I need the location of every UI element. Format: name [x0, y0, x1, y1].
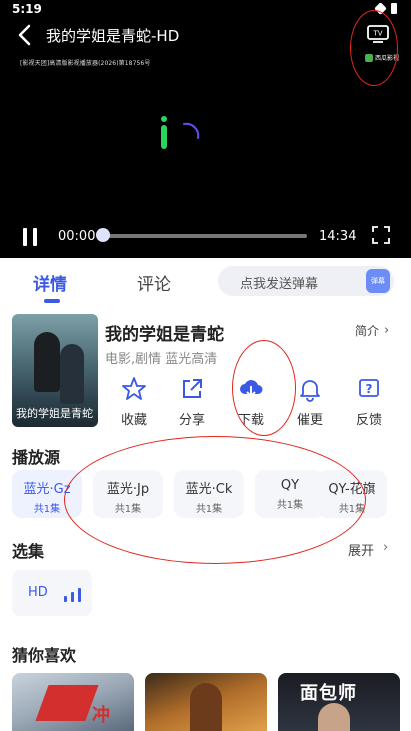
progress-thumb[interactable]	[96, 228, 110, 242]
action-row: 收藏 分享 下载 催更 ? 反馈	[104, 376, 404, 428]
expand-link[interactable]: 展开	[348, 540, 374, 559]
poster-title: 我的学姐是青蛇	[16, 407, 93, 420]
source-name: 蓝光·Jp	[106, 482, 150, 497]
current-time: 00:00	[58, 229, 96, 244]
movie-genres: 电影,剧情 蓝光高清	[105, 352, 218, 367]
tab-bar: 详情 评论 点我发送弹幕 弹幕	[0, 258, 411, 306]
episode-label: HD	[28, 585, 48, 600]
battery-icon	[391, 3, 397, 14]
source-count: 共1集	[33, 504, 61, 515]
playing-bars-icon	[64, 588, 84, 602]
source-count: 共1集	[114, 504, 142, 515]
channel-logo: 西瓜影视	[365, 53, 399, 62]
recommend-card[interactable]	[145, 673, 267, 731]
source-count: 共1集	[276, 500, 304, 511]
svg-text:?: ?	[366, 382, 373, 396]
source-item[interactable]: 蓝光·Gz 共1集	[12, 470, 82, 518]
source-count: 共1集	[338, 504, 366, 515]
share-button[interactable]: 分享	[162, 376, 222, 428]
total-time: 14:34	[319, 229, 357, 244]
movie-title: 我的学姐是青蛇	[105, 325, 224, 345]
remind-button[interactable]: 催更	[280, 376, 340, 428]
star-icon	[122, 377, 146, 400]
danmaku-placeholder: 点我发送弹幕	[240, 277, 319, 292]
danmaku-input[interactable]: 点我发送弹幕 弹幕	[218, 266, 394, 296]
rec-poster-title: 面包师	[300, 683, 357, 704]
fullscreen-icon[interactable]	[372, 226, 390, 244]
tv-cast-icon[interactable]: TV	[366, 24, 390, 44]
video-player[interactable]: 5:19 我的学姐是青蛇-HD TV [影视天团]高清版影视播放器(2026)第…	[0, 0, 411, 258]
source-count: 共1集	[195, 504, 223, 515]
source-name: QY	[280, 478, 300, 493]
recommend-card[interactable]: 冲	[12, 673, 134, 731]
recommend-card[interactable]: 面包师	[278, 673, 400, 731]
status-time: 5:19	[12, 2, 42, 16]
source-item[interactable]: QY-花旗 共1集	[317, 470, 387, 518]
download-cloud-icon	[240, 380, 263, 398]
share-label: 分享	[178, 413, 205, 428]
video-watermark: [影视天团]高清版影视播放器(2026)第18756号	[20, 60, 151, 67]
tab-comments[interactable]: 评论	[137, 270, 171, 295]
wifi-icon	[374, 2, 387, 15]
source-item[interactable]: 蓝光·Jp 共1集	[93, 470, 163, 518]
download-button[interactable]: 下载	[221, 376, 281, 428]
download-label: 下载	[237, 413, 264, 428]
bell-icon	[300, 380, 320, 402]
video-title: 我的学姐是青蛇-HD	[46, 27, 180, 45]
source-item[interactable]: QY 共1集	[255, 470, 325, 518]
chevron-right-icon[interactable]: ›	[384, 323, 389, 338]
logo-text: 西瓜影视	[375, 55, 400, 62]
feedback-button[interactable]: ? 反馈	[339, 376, 399, 428]
progress-track[interactable]	[102, 234, 307, 238]
chevron-right-icon[interactable]: ›	[383, 540, 388, 555]
intro-link[interactable]: 简介	[355, 322, 379, 339]
tab-indicator	[44, 299, 60, 303]
status-icons	[374, 2, 397, 15]
recommend-list: 冲 面包师	[12, 673, 407, 731]
svg-text:TV: TV	[372, 30, 382, 38]
movie-poster[interactable]: 我的学姐是青蛇	[12, 314, 98, 427]
source-item[interactable]: 蓝光·Ck 共1集	[174, 470, 244, 518]
source-name: 蓝光·Ck	[185, 482, 233, 497]
feedback-icon: ?	[359, 379, 379, 397]
detail-panel: 我的学姐是青蛇 我的学姐是青蛇 简介 › 电影,剧情 蓝光高清 收藏 分享 下载	[0, 306, 411, 731]
source-name: QY-花旗	[328, 482, 376, 497]
pause-icon[interactable]	[22, 228, 38, 246]
player-controls: 00:00 14:34	[0, 222, 411, 250]
episodes-heading: 选集	[12, 542, 45, 561]
logo-square-icon	[365, 53, 373, 62]
favorite-label: 收藏	[120, 413, 147, 428]
sources-heading: 播放源	[12, 448, 61, 467]
share-icon	[183, 379, 202, 398]
episode-item[interactable]: HD	[12, 570, 92, 616]
back-arrow-icon[interactable]	[14, 22, 36, 48]
remind-label: 催更	[296, 413, 323, 428]
rec-poster-text: 冲	[92, 705, 110, 726]
tab-detail[interactable]: 详情	[33, 270, 67, 295]
favorite-button[interactable]: 收藏	[104, 376, 164, 428]
recommend-heading: 猜你喜欢	[12, 646, 77, 665]
source-list: 蓝光·Gz 共1集 蓝光·Jp 共1集 蓝光·Ck 共1集 QY 共1集 QY-…	[12, 470, 407, 520]
loading-spinner-icon	[161, 116, 200, 149]
source-name: 蓝光·Gz	[23, 482, 71, 497]
danmaku-toggle-icon[interactable]: 弹幕	[366, 269, 390, 293]
feedback-label: 反馈	[355, 413, 382, 428]
